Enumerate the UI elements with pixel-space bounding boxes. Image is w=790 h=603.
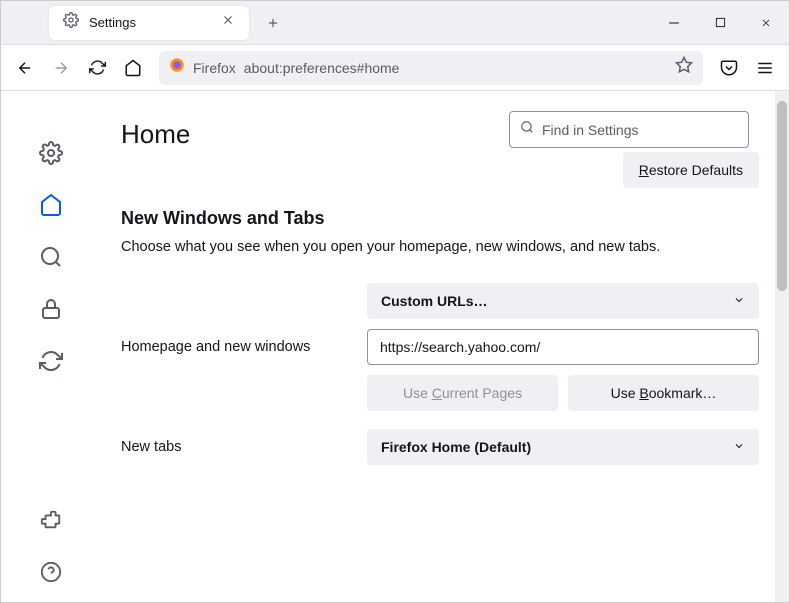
homepage-mode-select[interactable]: Custom URLs… (367, 283, 759, 319)
sidebar-item-sync[interactable] (39, 349, 63, 373)
maximize-button[interactable] (697, 1, 743, 45)
sidebar-item-privacy[interactable] (39, 297, 63, 321)
newtabs-mode-value: Firefox Home (Default) (381, 439, 531, 455)
sidebar-item-general[interactable] (39, 141, 63, 165)
reload-button[interactable] (81, 52, 113, 84)
settings-search-input-wrap[interactable] (509, 111, 749, 148)
section-description: Choose what you see when you open your h… (121, 239, 759, 255)
new-tab-button[interactable] (259, 9, 287, 37)
address-bar[interactable]: Firefox about:preferences#home (159, 51, 703, 85)
close-tab-icon[interactable] (221, 13, 235, 32)
settings-sidebar (1, 91, 101, 602)
newtabs-mode-select[interactable]: Firefox Home (Default) (367, 429, 759, 465)
app-menu-button[interactable] (749, 52, 781, 84)
find-in-settings (509, 111, 749, 148)
newtabs-label: New tabs (121, 439, 351, 455)
sidebar-item-search[interactable] (39, 245, 63, 269)
firefox-logo-icon (169, 57, 185, 78)
minimize-button[interactable] (651, 1, 697, 45)
scrollbar-thumb[interactable] (777, 101, 787, 291)
sidebar-item-extensions[interactable] (39, 508, 63, 532)
gear-icon (63, 12, 79, 33)
sidebar-item-help[interactable] (39, 560, 63, 584)
pocket-button[interactable] (713, 52, 745, 84)
sidebar-item-home[interactable] (39, 193, 63, 217)
use-bookmark-button[interactable]: Use Bookmark… (568, 375, 759, 411)
section-title: New Windows and Tabs (121, 208, 759, 229)
vertical-scrollbar[interactable] (775, 91, 789, 602)
close-window-button[interactable] (743, 1, 789, 45)
homepage-label: Homepage and new windows (121, 283, 351, 355)
homepage-url-input[interactable] (367, 329, 759, 365)
back-button[interactable] (9, 52, 41, 84)
window-controls (651, 1, 789, 45)
navigation-toolbar: Firefox about:preferences#home (1, 45, 789, 91)
forward-button[interactable] (45, 52, 77, 84)
chevron-down-icon (733, 293, 745, 309)
homepage-mode-value: Custom URLs… (381, 293, 488, 309)
url-identity-label: Firefox (193, 60, 236, 76)
home-button[interactable] (117, 52, 149, 84)
settings-search-input[interactable] (542, 122, 738, 138)
bookmark-star-icon[interactable] (675, 56, 693, 79)
titlebar: Settings (1, 1, 789, 45)
browser-tab[interactable]: Settings (49, 6, 249, 40)
content-area: Home RRestore Defaultsestore Defaults Ne… (1, 91, 789, 602)
search-icon (520, 120, 534, 139)
use-current-pages-button[interactable]: Use Current Pages (367, 375, 558, 411)
tab-title: Settings (89, 15, 211, 30)
chevron-down-icon (733, 439, 745, 455)
url-path: about:preferences#home (244, 60, 667, 76)
settings-main: Home RRestore Defaultsestore Defaults Ne… (101, 91, 789, 602)
restore-defaults-button[interactable]: RRestore Defaultsestore Defaults (623, 152, 759, 188)
